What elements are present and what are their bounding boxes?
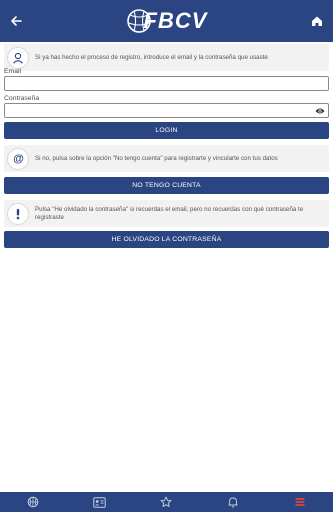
no-account-button[interactable]: NO TENGO CUENTA [4, 177, 329, 194]
fbcv-logo: FBCV [126, 3, 208, 39]
star-icon [161, 496, 172, 507]
intro-card: Si ya has hecho el proceso de registro, … [4, 44, 329, 71]
register-card: @ Si no, pulsa sobre la opción "No tengo… [4, 145, 329, 172]
email-label: Email [4, 68, 21, 75]
register-badge: @ [7, 147, 29, 170]
at-icon: @ [13, 153, 24, 165]
forgot-text: Pulsa "He olvidado la contraseña" si rec… [35, 205, 304, 221]
register-text: Si no, pulsa sobre la opción "No tengo c… [35, 154, 278, 162]
password-label: Contraseña [4, 95, 40, 102]
menu-icon [295, 498, 305, 506]
toggle-password-visibility[interactable] [315, 106, 325, 116]
forgot-password-button[interactable]: HE OLVIDADO LA CONTRASEÑA [4, 231, 329, 248]
logo-text: FBCV [143, 8, 208, 33]
exclamation-icon [16, 208, 20, 219]
back-button[interactable] [4, 9, 28, 33]
intro-badge [7, 46, 29, 69]
nav-notifications[interactable] [223, 494, 243, 510]
bottom-navigation [0, 492, 333, 512]
email-field[interactable] [4, 76, 329, 95]
password-field[interactable] [4, 103, 329, 122]
person-icon [13, 52, 23, 64]
forgot-badge [7, 202, 29, 225]
top-app-bar: FBCV [0, 0, 333, 42]
nav-basketball[interactable] [23, 494, 43, 510]
forgot-card: Pulsa "He olvidado la contraseña" si rec… [4, 200, 329, 227]
eye-icon [315, 108, 325, 114]
nav-card[interactable] [90, 494, 110, 510]
svg-text:@: @ [13, 153, 24, 165]
bell-icon [228, 497, 238, 508]
id-card-icon [93, 496, 107, 508]
nav-favorites[interactable] [156, 494, 176, 510]
email-input[interactable] [5, 82, 328, 95]
password-input[interactable] [5, 109, 328, 122]
nav-menu[interactable] [290, 494, 310, 510]
home-icon [312, 16, 322, 26]
arrow-left-icon [11, 16, 22, 26]
basketball-icon [27, 496, 39, 508]
login-button[interactable]: LOGIN [4, 122, 329, 139]
intro-text: Si ya has hecho el proceso de registro, … [35, 53, 268, 61]
home-button[interactable] [305, 9, 329, 33]
